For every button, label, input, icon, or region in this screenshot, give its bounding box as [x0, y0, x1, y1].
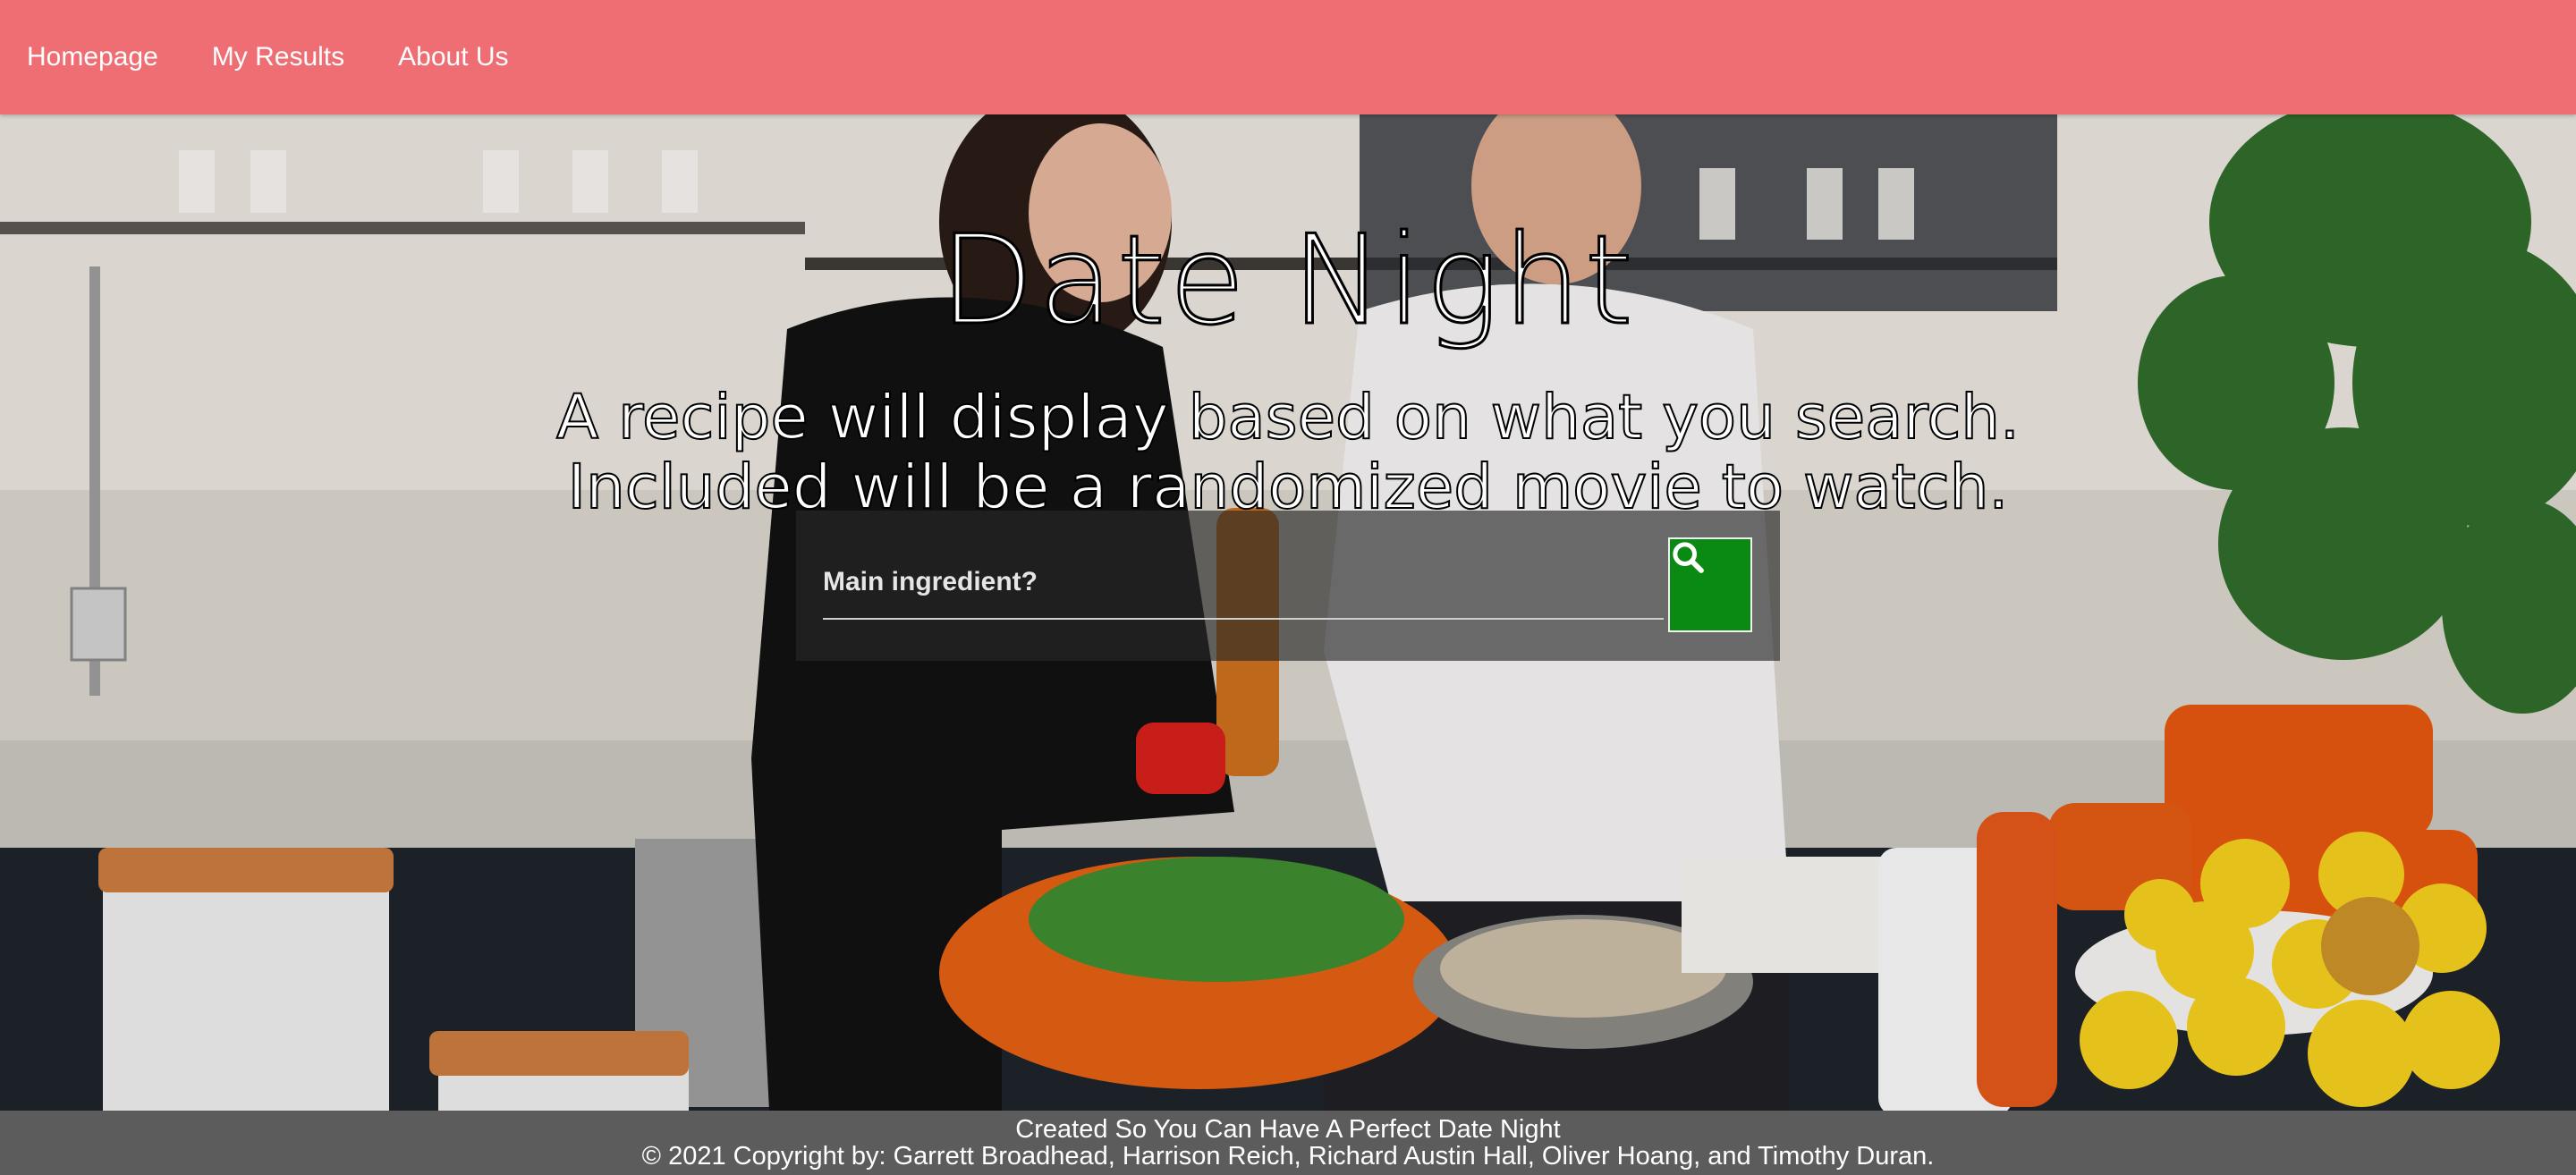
search-icon	[1673, 542, 1704, 573]
nav-link-about-us[interactable]: About Us	[398, 42, 508, 72]
page-title: Date Night	[938, 207, 1637, 354]
footer-tagline: Created So You Can Have A Perfect Date N…	[1015, 1115, 1561, 1144]
search-panel	[796, 511, 1780, 661]
nav-link-my-results[interactable]: My Results	[212, 42, 344, 72]
page-footer: Created So You Can Have A Perfect Date N…	[0, 1111, 2576, 1175]
hero-section: Date Night A recipe will display based o…	[0, 114, 2576, 1111]
hero-subtitle-line-1: A recipe will display based on what you …	[555, 382, 2021, 453]
main-ingredient-input[interactable]	[823, 546, 1664, 620]
nav-link-homepage[interactable]: Homepage	[27, 42, 158, 72]
nav-links: Homepage My Results About Us	[0, 0, 2576, 114]
hero-subtitle: A recipe will display based on what you …	[0, 382, 2576, 523]
top-navbar: Homepage My Results About Us	[0, 0, 2576, 114]
search-button[interactable]	[1668, 537, 1752, 632]
footer-copyright: © 2021 Copyright by: Garrett Broadhead, …	[641, 1142, 1935, 1171]
